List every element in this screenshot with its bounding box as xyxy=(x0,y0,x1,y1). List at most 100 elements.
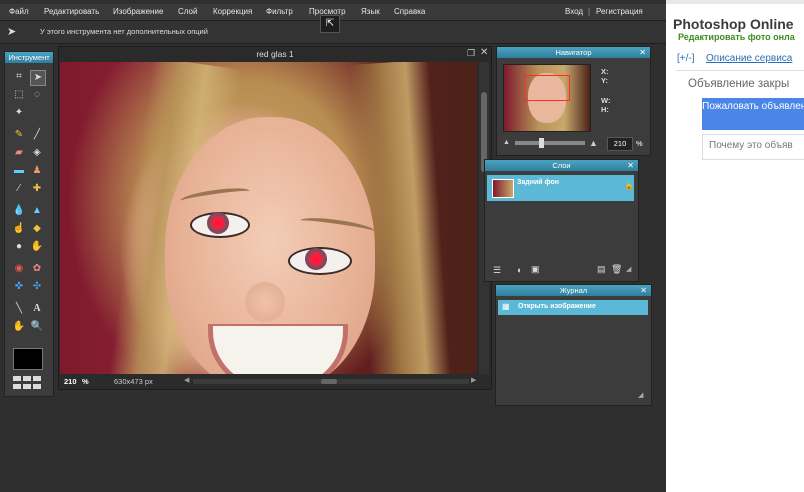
right-sidebar: Photoshop Online Редактировать фото онла… xyxy=(666,4,804,492)
history-panel-header: Журнал ✕ xyxy=(496,285,651,296)
burn-tool-icon[interactable]: ✋ xyxy=(30,240,44,254)
menu-edit[interactable]: Редактировать xyxy=(44,7,99,16)
nav-zoom-input[interactable]: 210 xyxy=(607,137,633,151)
left-red-eye xyxy=(212,217,224,229)
menu-filter[interactable]: Фильтр xyxy=(266,7,293,16)
navigator-thumbnail[interactable] xyxy=(503,64,591,132)
layers-panel: Слои ✕ Задний фон 🔒 ☰ ◐ ▣ ▤ 🗑 ◢ xyxy=(484,159,639,282)
menu-language[interactable]: Язык xyxy=(361,7,380,16)
options-message: У этого инструмента нет дополнительных о… xyxy=(40,27,208,36)
navigator-title: Навигатор xyxy=(555,48,592,57)
gradient-tool-icon[interactable]: ▬ xyxy=(12,164,26,178)
sharpen-tool-icon[interactable]: ▲ xyxy=(30,204,44,218)
zoom-value[interactable]: 210 xyxy=(64,377,77,386)
document-status-bar: 210 % 630x473 px ◀ ▶ xyxy=(59,375,491,388)
layer-style-icon[interactable]: ▣ xyxy=(531,264,540,275)
horizontal-scrollbar[interactable] xyxy=(193,379,469,384)
marquee-tool-icon[interactable]: ⬚ xyxy=(12,88,26,102)
brush-tool-icon[interactable]: ╱ xyxy=(30,128,44,142)
nav-zoom-unit: % xyxy=(636,139,643,148)
history-item-label: Открыть изображение xyxy=(518,303,596,310)
why-ad-button[interactable]: Почему это объяв xyxy=(702,134,804,160)
history-title: Журнал xyxy=(559,286,588,295)
menu-adjustments[interactable]: Коррекция xyxy=(213,7,252,16)
navigator-panel-header: Навигатор ✕ xyxy=(497,47,650,58)
new-layer-icon[interactable]: ▤ xyxy=(597,264,606,275)
layers-title: Слои xyxy=(552,161,571,170)
zoom-slider[interactable] xyxy=(515,138,585,148)
service-description-link[interactable]: Описание сервиса xyxy=(706,53,792,64)
layer-settings-icon[interactable]: ☰ xyxy=(493,265,501,276)
zoom-out-icon[interactable]: ▲ xyxy=(503,139,510,146)
close-icon[interactable]: ✕ xyxy=(480,47,488,58)
menu-separator: | xyxy=(588,7,591,16)
bucket-tool-icon[interactable]: ◈ xyxy=(30,146,44,160)
wand-tool-icon[interactable]: ✦ xyxy=(12,106,26,120)
nav-w-label: W: xyxy=(601,96,611,105)
lock-icon: 🔒 xyxy=(624,181,634,190)
nav-h-label: H: xyxy=(601,105,609,114)
login-link[interactable]: Вход xyxy=(565,7,583,16)
menu-file[interactable]: Файл xyxy=(9,7,29,16)
nav-y-label: Y: xyxy=(601,76,608,85)
register-link[interactable]: Регистрация xyxy=(596,7,643,16)
layers-close-icon[interactable]: ✕ xyxy=(627,160,634,171)
photo-editor-app: Файл Редактировать Изображение Слой Корр… xyxy=(0,0,666,492)
navigator-close-icon[interactable]: ✕ xyxy=(639,47,646,58)
document-title: red glas 1 xyxy=(256,49,294,59)
smudge-tool-icon[interactable]: ☝ xyxy=(12,222,26,236)
tools-panel: Инструмент ⌗ ➤ ⬚ ◌ ✦ ✎ ╱ ▰ ◈ ▬ ♟ ⁄ ✚ 💧 ▲… xyxy=(4,51,54,397)
popout-icon[interactable]: ⇱ xyxy=(320,15,340,33)
scroll-right-icon[interactable]: ▶ xyxy=(471,376,476,384)
lasso-tool-icon[interactable]: ◌ xyxy=(30,88,44,102)
sponge-tool-icon[interactable]: ◆ xyxy=(30,222,44,236)
nav-x-label: X: xyxy=(601,67,609,76)
menu-help[interactable]: Справка xyxy=(394,7,425,16)
menu-layer[interactable]: Слой xyxy=(178,7,197,16)
sidebar-title: Photoshop Online xyxy=(673,16,794,32)
blur-tool-icon[interactable]: 💧 xyxy=(12,204,26,218)
image-dimensions: 630x473 px xyxy=(114,377,153,386)
redeye-tool-icon[interactable]: ◉ xyxy=(12,262,26,276)
text-tool-icon[interactable]: A xyxy=(30,302,44,316)
zoom-unit: % xyxy=(82,377,89,386)
history-row[interactable]: ▦ Открыть изображение xyxy=(498,300,648,315)
hand-tool-icon[interactable]: ✋ xyxy=(12,320,26,334)
menu-image[interactable]: Изображение xyxy=(113,7,163,16)
picker-tool-icon[interactable]: ⁄ xyxy=(12,182,26,196)
smile xyxy=(208,324,348,374)
why-ad-label: Почему это объяв xyxy=(709,140,793,151)
zoom-tool-icon[interactable]: 🔍 xyxy=(30,320,44,334)
delete-layer-icon[interactable]: 🗑 xyxy=(611,264,622,275)
layer-row[interactable]: Задний фон 🔒 xyxy=(487,175,634,201)
history-resize-icon[interactable]: ◢ xyxy=(638,391,643,399)
scroll-left-icon[interactable]: ◀ xyxy=(184,376,189,384)
sidebar-subtitle: Редактировать фото онла xyxy=(678,32,795,42)
crop-tool-icon[interactable]: ⌗ xyxy=(12,70,26,84)
pencil-tool-icon[interactable]: ✎ xyxy=(12,128,26,142)
grid-icon[interactable] xyxy=(13,376,43,390)
zoom-in-icon[interactable]: ▲ xyxy=(589,138,598,148)
right-red-eye xyxy=(310,253,322,265)
document-window: red glas 1 ❐ ✕ 210 % 630x473 px ◀ ▶ xyxy=(58,46,492,390)
report-ad-button[interactable]: Пожаловать объявлени xyxy=(702,98,804,130)
spot-tool-icon[interactable]: ✿ xyxy=(30,262,44,276)
report-ad-label: Пожаловать объявлени xyxy=(702,101,804,112)
sidebar-toggle[interactable]: [+/-] xyxy=(677,53,695,64)
layer-mask-icon[interactable]: ◐ xyxy=(517,265,522,275)
stamp-tool-icon[interactable]: ♟ xyxy=(30,164,44,178)
pinch-tool-icon[interactable]: ✣ xyxy=(30,280,44,294)
color-swatch[interactable] xyxy=(13,348,43,370)
eraser-tool-icon[interactable]: ▰ xyxy=(12,146,26,160)
restore-icon[interactable]: ❐ xyxy=(467,48,475,59)
draw-tool-icon[interactable]: ╲ xyxy=(12,302,26,316)
move-tool-icon[interactable]: ➤ xyxy=(30,70,46,86)
photo-canvas[interactable] xyxy=(60,62,477,374)
dodge-tool-icon[interactable]: ● xyxy=(12,240,26,254)
history-close-icon[interactable]: ✕ xyxy=(640,285,647,296)
heal-tool-icon[interactable]: ✚ xyxy=(30,182,44,196)
history-panel: Журнал ✕ ▦ Открыть изображение ◢ xyxy=(495,284,652,406)
resize-handle-icon[interactable]: ◢ xyxy=(626,265,631,273)
navigator-panel: Навигатор ✕ X: Y: W: H: ▲ ▲ 210 % xyxy=(496,46,651,156)
bloat-tool-icon[interactable]: ✜ xyxy=(12,280,26,294)
